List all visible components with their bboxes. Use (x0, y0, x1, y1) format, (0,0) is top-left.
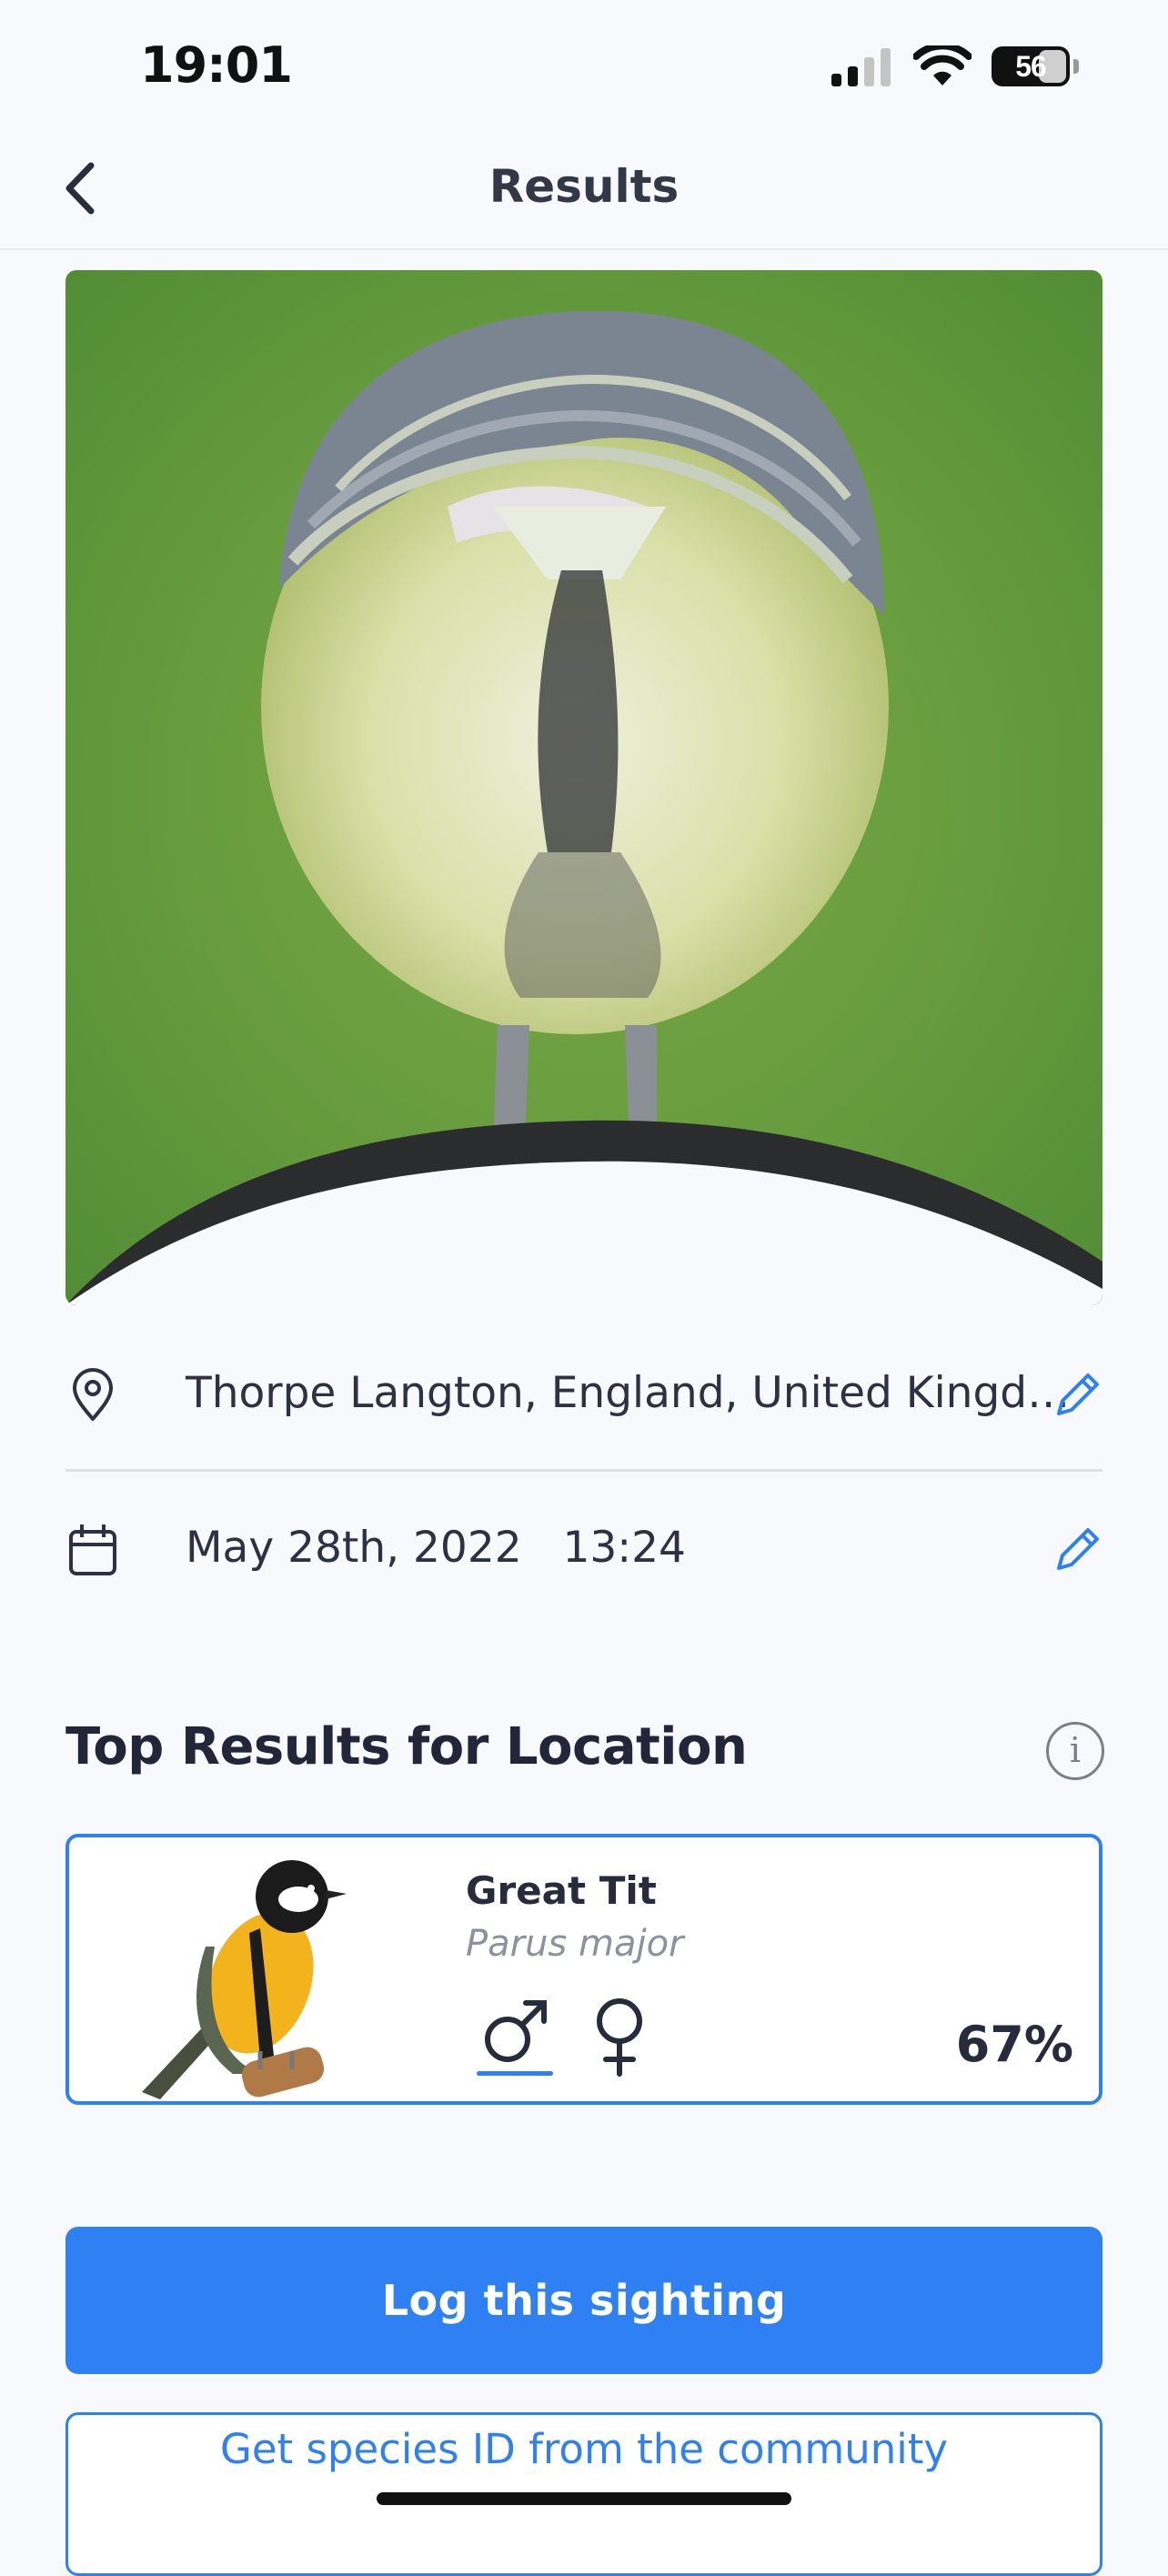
info-icon[interactable]: i (1046, 1722, 1104, 1780)
location-pin-icon (73, 1368, 113, 1421)
battery-level: 56 (1015, 49, 1047, 83)
male-symbol-icon[interactable] (478, 1996, 551, 2068)
community-id-label: Get species ID from the community (219, 2425, 949, 2473)
row-divider (65, 1469, 1103, 1472)
header-divider (0, 248, 1168, 250)
date-text: May 28th, 2022 (186, 1523, 522, 1573)
male-selected-underline (477, 2071, 553, 2076)
page-title: Results (488, 160, 680, 213)
edit-location-pencil-icon[interactable] (1052, 1368, 1104, 1421)
status-icons: 56 (830, 45, 1079, 87)
result-card[interactable]: Great Tit Parus major 67% (65, 1834, 1103, 2105)
confidence-score: 67% (955, 2016, 1073, 2073)
wifi-icon (913, 45, 972, 86)
location-text[interactable]: Thorpe Langton, England, United Kingd… (186, 1368, 1070, 1418)
calendar-icon (69, 1524, 116, 1575)
home-indicator (377, 2492, 791, 2505)
battery-icon: 56 (992, 46, 1070, 86)
great-tit-thumbnail (142, 1860, 347, 2099)
cellular-signal-icon (831, 48, 891, 86)
time-text: 13:24 (562, 1523, 686, 1573)
datetime-text[interactable]: May 28th, 2022 13:24 (186, 1523, 686, 1573)
edit-date-pencil-icon[interactable] (1052, 1523, 1104, 1575)
female-symbol-icon[interactable] (588, 1996, 651, 2078)
back-chevron-icon[interactable] (56, 158, 111, 218)
species-scientific-name: Parus major (466, 1923, 684, 1965)
section-title: Top Results for Location (65, 1717, 748, 1776)
log-sighting-button[interactable]: Log this sighting (65, 2227, 1103, 2374)
bird-photo (65, 270, 1103, 1305)
species-common-name: Great Tit (466, 1868, 657, 1913)
status-time: 19:01 (140, 36, 293, 94)
